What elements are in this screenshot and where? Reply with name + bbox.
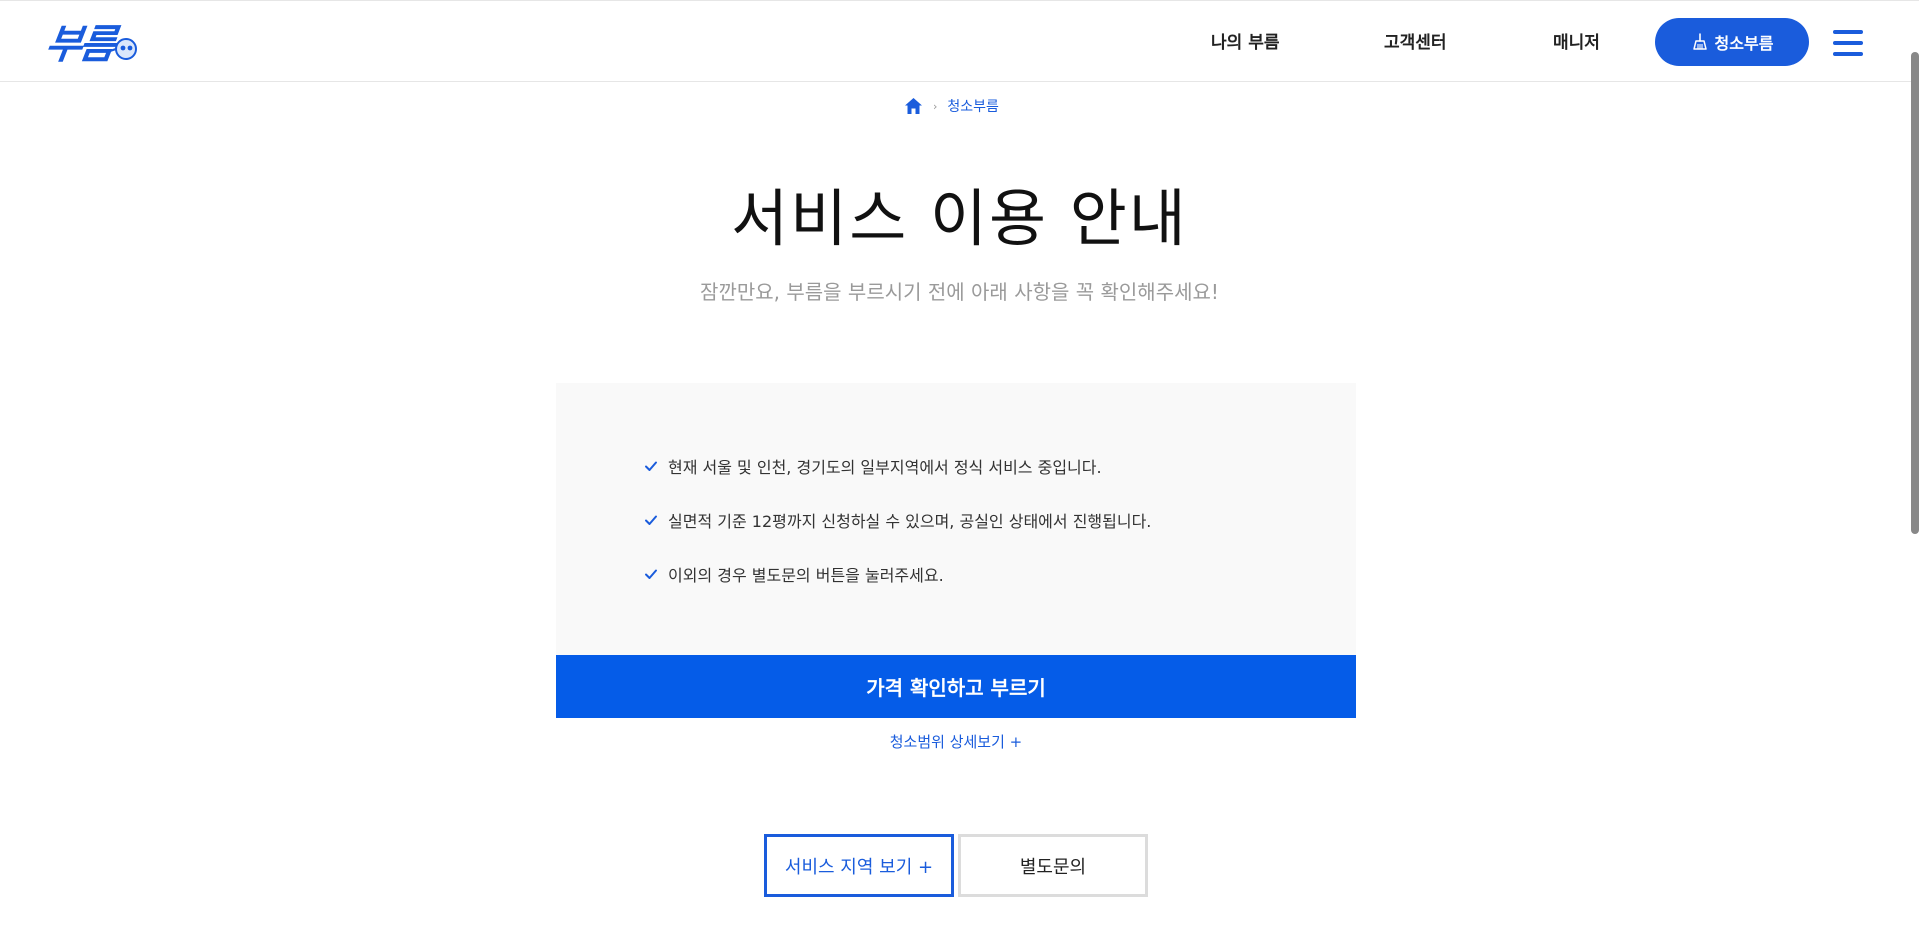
home-icon[interactable]: [904, 97, 923, 115]
menu-icon[interactable]: [1833, 30, 1863, 56]
service-region-button[interactable]: 서비스 지역 보기 +: [764, 834, 954, 897]
breadcrumb: › 청소부름: [904, 96, 999, 116]
page-subtitle: 잠깐만요, 부름을 부르시기 전에 아래 사항을 꼭 확인해주세요!: [700, 280, 1219, 304]
nav-customer-center[interactable]: 고객센터: [1384, 28, 1447, 53]
notice-text: 실면적 기준 12평까지 신청하실 수 있으며, 공실인 상태에서 진행됩니다.: [668, 512, 1152, 531]
broom-icon: [1692, 33, 1707, 50]
nav-manager[interactable]: 매니저: [1553, 28, 1600, 53]
page-title: 서비스 이용 안내: [731, 182, 1188, 255]
list-item: 실면적 기준 12평까지 신청하실 수 있으며, 공실인 상태에서 진행됩니다.: [644, 509, 1151, 531]
cleaning-call-label: 청소부름: [1714, 34, 1774, 53]
site-header: 부름 나의 부름 고객센터 매니저 청소부름: [0, 0, 1919, 82]
notice-box: 현재 서울 및 인천, 경기도의 일부지역에서 정식 서비스 중입니다. 실면적…: [556, 383, 1356, 655]
list-item: 이외의 경우 별도문의 버튼을 눌러주세요.: [644, 563, 1151, 585]
cleaning-call-button[interactable]: 청소부름: [1655, 18, 1809, 66]
nav-my-bureum[interactable]: 나의 부름: [1211, 28, 1279, 53]
check-icon: [645, 515, 657, 525]
brand-logo[interactable]: 부름: [42, 11, 156, 71]
check-icon: [645, 569, 657, 579]
check-icon: [645, 461, 657, 471]
breadcrumb-separator: ›: [933, 99, 938, 113]
notice-text: 이외의 경우 별도문의 버튼을 눌러주세요.: [668, 566, 944, 585]
separate-inquiry-button[interactable]: 별도문의: [958, 834, 1148, 897]
cleaning-scope-link[interactable]: 청소범위 상세보기 +: [0, 731, 1912, 752]
breadcrumb-current[interactable]: 청소부름: [947, 96, 999, 116]
notice-list: 현재 서울 및 인천, 경기도의 일부지역에서 정식 서비스 중입니다. 실면적…: [644, 455, 1151, 617]
list-item: 현재 서울 및 인천, 경기도의 일부지역에서 정식 서비스 중입니다.: [644, 455, 1151, 477]
check-price-button[interactable]: 가격 확인하고 부르기: [556, 655, 1356, 718]
logo-text: 부름: [42, 22, 117, 68]
notice-text: 현재 서울 및 인천, 경기도의 일부지역에서 정식 서비스 중입니다.: [668, 458, 1102, 477]
page: 부름 나의 부름 고객센터 매니저 청소부름 › 청소부름 서비스 이용 안내 …: [0, 0, 1919, 936]
